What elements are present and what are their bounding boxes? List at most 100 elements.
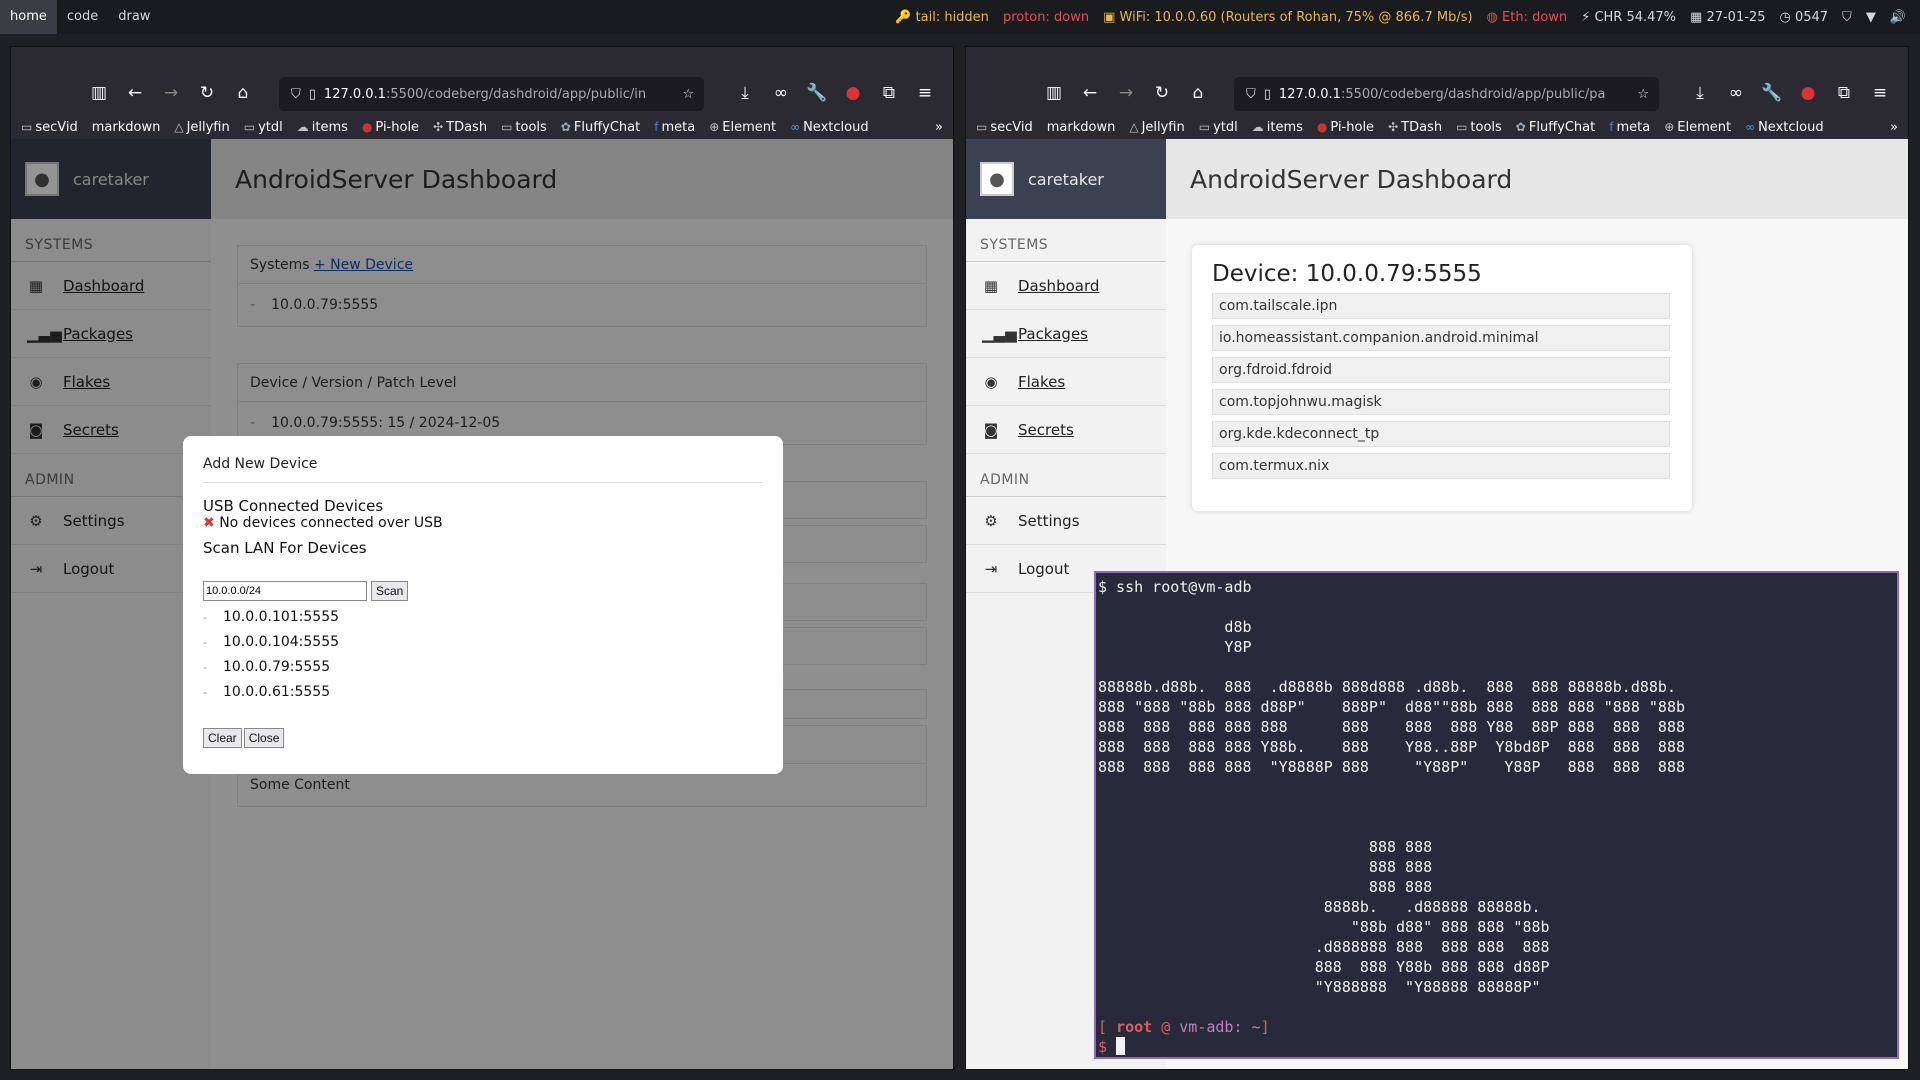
bookmark-tools[interactable]: ▭ tools	[1456, 120, 1502, 135]
grid-icon: ▦	[983, 276, 999, 295]
list-item[interactable]: -10.0.0.79:5555	[203, 655, 763, 680]
folder-icon: ▭	[21, 119, 33, 134]
bookmark-fluffychat[interactable]: ✿ FluffyChat	[561, 120, 640, 135]
wrench-icon[interactable]: 🔧	[799, 83, 835, 103]
back-icon[interactable]: ←	[1072, 83, 1108, 103]
status-bar: home code draw 🔑 tail: hidden proton: do…	[0, 0, 1920, 34]
globe-icon: ⊕	[1664, 119, 1675, 134]
back-icon[interactable]: ←	[117, 83, 153, 103]
tdash-icon: ✣	[433, 119, 444, 134]
bookmark-jellyfin[interactable]: △ Jellyfin	[1129, 120, 1184, 135]
sidebar-toggle-icon[interactable]: ▥	[1036, 83, 1072, 103]
workspace-code[interactable]: code	[57, 0, 108, 34]
bookmark-star-icon[interactable]: ☆	[1637, 87, 1649, 102]
forward-icon[interactable]: →	[153, 83, 189, 103]
sidebar-item-settings[interactable]: ⚙ Settings	[966, 497, 1166, 545]
bookmark-items[interactable]: ☁ items	[1252, 120, 1303, 135]
scan-button[interactable]: Scan	[371, 581, 409, 601]
tray-volume-icon[interactable]: 🔊	[1890, 10, 1906, 25]
clock-display: ◷ 0547	[1779, 9, 1829, 25]
section-admin: ADMIN	[966, 454, 1166, 497]
url-bar[interactable]: ⛉ ▯ 127.0.0.1:5500/codeberg/dashdroid/ap…	[1234, 77, 1659, 111]
bookmark-tdash[interactable]: ✣ TDash	[433, 120, 487, 135]
extension-infinity-icon[interactable]: ∞	[1718, 83, 1754, 103]
github-icon: ◉	[984, 372, 998, 391]
forward-icon[interactable]: →	[1108, 83, 1144, 103]
menu-icon[interactable]: ≡	[907, 83, 943, 103]
extension-infinity-icon[interactable]: ∞	[763, 83, 799, 103]
avatar-icon: ●	[980, 162, 1014, 196]
usb-status: ✖ No devices connected over USB	[203, 515, 443, 531]
bookmark-ytdl[interactable]: ▭ ytdl	[1199, 120, 1238, 135]
bookmark-ytdl[interactable]: ▭ ytdl	[244, 120, 283, 135]
bookmark-fluffychat[interactable]: ✿ FluffyChat	[1516, 120, 1595, 135]
bookmark-tdash[interactable]: ✣ TDash	[1388, 120, 1442, 135]
tray-wifi-icon[interactable]: ▼	[1866, 10, 1876, 25]
user-header: ● caretaker	[966, 139, 1166, 219]
home-icon[interactable]: ⌂	[225, 83, 261, 103]
workspace-draw[interactable]: draw	[108, 0, 160, 34]
sidebar-toggle-icon[interactable]: ▥	[81, 83, 117, 103]
folder-icon: ▭	[976, 119, 988, 134]
ublock-icon[interactable]: ●	[1790, 83, 1826, 103]
bookmark-nextcloud[interactable]: ∞ Nextcloud	[1745, 120, 1824, 135]
bookmark-secvid[interactable]: ▭ secVid	[976, 120, 1033, 135]
sidebar-item-packages[interactable]: ▁▃▅ Packages	[966, 310, 1166, 358]
workspace-home[interactable]: home	[0, 0, 57, 34]
sidebar-item-flakes[interactable]: ◉ Flakes	[966, 358, 1166, 406]
more-bookmarks-icon[interactable]: »	[935, 120, 943, 135]
bookmark-pihole[interactable]: ● Pi-hole	[1317, 120, 1374, 135]
list-item[interactable]: -10.0.0.101:5555	[203, 605, 763, 630]
bookmark-element[interactable]: ⊕ Element	[709, 120, 776, 135]
download-icon[interactable]: ⤓	[727, 83, 763, 103]
jellyfin-icon: △	[1129, 119, 1139, 134]
sidebar-item-secrets[interactable]: ◙ Secrets	[966, 406, 1166, 454]
subnet-input[interactable]	[203, 581, 367, 601]
tailscale-status: 🔑 tail: hidden	[895, 9, 989, 25]
bookmark-star-icon[interactable]: ☆	[682, 87, 694, 102]
facebook-icon: f	[1609, 119, 1614, 134]
sidebar-item-dashboard[interactable]: ▦ Dashboard	[966, 262, 1166, 310]
url-bar[interactable]: ⛉ ▯ 127.0.0.1:5500/codeberg/dashdroid/ap…	[279, 77, 704, 111]
reload-icon[interactable]: ↻	[189, 83, 225, 103]
bookmark-meta[interactable]: f meta	[654, 120, 695, 135]
clear-button[interactable]: Clear	[203, 728, 242, 748]
tray-bitwarden-icon[interactable]: ⛉	[1842, 10, 1852, 25]
list-item[interactable]: -10.0.0.104:5555	[203, 630, 763, 655]
more-bookmarks-icon[interactable]: »	[1890, 120, 1898, 135]
bookmark-markdown[interactable]: markdown	[92, 120, 161, 135]
menu-icon[interactable]: ≡	[1862, 83, 1898, 103]
close-button[interactable]: Close	[243, 728, 285, 748]
home-icon[interactable]: ⌂	[1180, 83, 1216, 103]
download-icon[interactable]: ⤓	[1682, 83, 1718, 103]
package-item[interactable]: com.topjohnwu.magisk	[1212, 389, 1670, 415]
package-item[interactable]: com.termux.nix	[1212, 453, 1670, 479]
globe-icon: ⊕	[709, 119, 720, 134]
bookmark-tools[interactable]: ▭ tools	[501, 120, 547, 135]
terminal-command: $ ssh root@vm-adb	[1098, 578, 1252, 596]
reload-icon[interactable]: ↻	[1144, 83, 1180, 103]
bookmark-element[interactable]: ⊕ Element	[1664, 120, 1731, 135]
extensions-icon[interactable]: ⧉	[871, 83, 907, 103]
proton-status: proton: down	[1002, 9, 1090, 25]
bookmark-meta[interactable]: f meta	[1609, 120, 1650, 135]
ublock-icon[interactable]: ●	[835, 83, 871, 103]
package-item[interactable]: org.kde.kdeconnect_tp	[1212, 421, 1670, 447]
username: caretaker	[1028, 169, 1104, 189]
bookmark-markdown[interactable]: markdown	[1047, 120, 1116, 135]
bookmark-items[interactable]: ☁ items	[297, 120, 348, 135]
bookmark-nextcloud[interactable]: ∞ Nextcloud	[790, 120, 869, 135]
terminal-input-line[interactable]: $	[1098, 1037, 1895, 1057]
list-item[interactable]: -10.0.0.61:5555	[203, 680, 763, 705]
camera-icon: ◙	[983, 420, 999, 439]
fluffychat-icon: ✿	[1515, 119, 1526, 134]
package-item[interactable]: com.tailscale.ipn	[1212, 293, 1670, 319]
wrench-icon[interactable]: 🔧	[1754, 83, 1790, 103]
terminal-window[interactable]: $ ssh root@vm-adb d8b Y8P 88888b.d88b. 8…	[1094, 571, 1899, 1059]
package-item[interactable]: org.fdroid.fdroid	[1212, 357, 1670, 383]
extensions-icon[interactable]: ⧉	[1826, 83, 1862, 103]
bookmark-pihole[interactable]: ● Pi-hole	[362, 120, 419, 135]
bookmark-jellyfin[interactable]: △ Jellyfin	[174, 120, 229, 135]
package-item[interactable]: io.homeassistant.companion.android.minim…	[1212, 325, 1670, 351]
bookmark-secvid[interactable]: ▭ secVid	[21, 120, 78, 135]
